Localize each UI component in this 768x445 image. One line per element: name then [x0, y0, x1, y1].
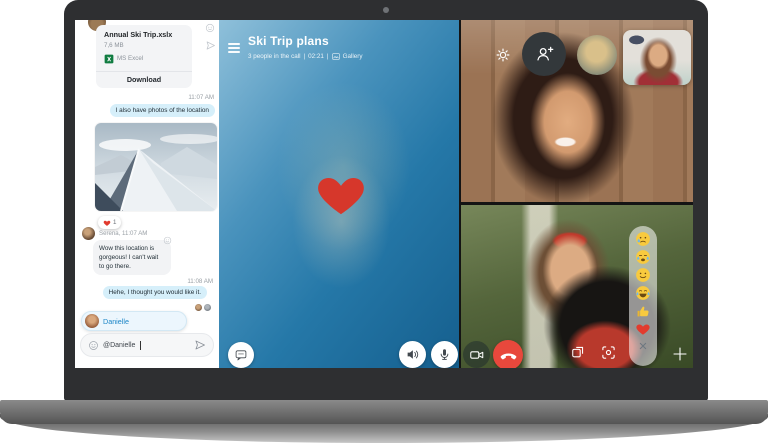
smiley-icon[interactable] [163, 236, 172, 245]
ms-excel-icon [104, 54, 114, 64]
avatar-serena [82, 227, 95, 240]
microphone-icon [437, 347, 452, 362]
video-camera-icon [469, 347, 485, 363]
reaction-picker-bar [629, 226, 657, 366]
participants-count: 3 people in the call [248, 53, 301, 60]
close-x-icon[interactable] [636, 339, 650, 353]
file-size: 7,6 MB [96, 40, 192, 49]
camera-button[interactable] [463, 341, 490, 368]
gallery-icon [332, 53, 340, 60]
chat-bubble-icon [234, 348, 248, 362]
file-name: Annual Ski Trip.xslx [96, 25, 192, 40]
reaction-count: 1 [113, 219, 116, 226]
read-receipts [195, 304, 211, 311]
separator: | [304, 53, 306, 60]
add-person-icon [534, 44, 554, 64]
message-reaction-pill[interactable]: 1 [98, 216, 121, 229]
composer-input[interactable]: @Danielle [103, 342, 135, 349]
call-title: Ski Trip plans [248, 34, 329, 48]
hamburger-menu-icon[interactable] [228, 43, 240, 55]
snapshot-icon[interactable] [601, 345, 616, 360]
webcam-dot [383, 7, 389, 13]
add-person-button[interactable] [522, 32, 566, 76]
heart-reaction-overlay [314, 167, 368, 216]
incoming-message-bubble: Wow this location is gorgeous! I can't w… [93, 240, 171, 275]
message-composer[interactable]: @Danielle [80, 333, 214, 357]
main-video-feed: Ski Trip plans 3 people in the call | 02… [219, 20, 459, 368]
download-button[interactable]: Download [96, 75, 192, 84]
text-caret [140, 341, 141, 350]
speaker-button[interactable] [399, 341, 426, 368]
avatar-danielle [85, 314, 99, 328]
smiley-icon[interactable] [88, 340, 99, 351]
divider [96, 71, 192, 72]
heart-emoji[interactable] [635, 321, 651, 337]
mention-suggestion-danielle[interactable]: Danielle [81, 311, 187, 331]
participant-avatar-bubble[interactable] [577, 35, 617, 75]
chat-panel: Annual Ski Trip.xslx 7,6 MB MS Excel Dow… [75, 20, 219, 368]
timestamp: 11:07 AM [188, 94, 214, 101]
laptop-base [0, 400, 768, 424]
forward-arrow-icon[interactable] [205, 40, 216, 51]
plus-icon[interactable] [672, 346, 688, 362]
shared-photo-mountain[interactable] [95, 123, 217, 211]
mention-name: Danielle [103, 317, 129, 326]
call-subtitle: 3 people in the call | 02:21 | Gallery [248, 53, 363, 60]
send-plane-icon[interactable] [194, 339, 206, 351]
screen-share-icon[interactable] [571, 345, 585, 359]
end-call-button[interactable] [493, 340, 523, 368]
file-app-label: MS Excel [117, 55, 143, 62]
read-receipt-avatar [204, 304, 211, 311]
call-duration: 02:21 [308, 53, 324, 60]
speaker-icon [405, 347, 420, 362]
read-receipt-avatar [195, 304, 202, 311]
settings-gear-icon[interactable] [495, 47, 511, 63]
separator: | [327, 53, 329, 60]
end-call-icon [499, 346, 518, 365]
sob-emoji[interactable] [635, 249, 651, 265]
cry-emoji[interactable] [635, 231, 651, 247]
gallery-toggle[interactable]: Gallery [343, 53, 363, 60]
participant-video-bottom [461, 205, 693, 368]
outgoing-message-bubble: I also have photos of the location [110, 104, 215, 117]
self-view-thumbnail[interactable] [623, 30, 691, 85]
outgoing-message-bubble: Hehe, I thought you would like it. [103, 286, 207, 299]
microphone-button[interactable] [431, 341, 458, 368]
chat-toggle-button[interactable] [228, 342, 254, 368]
heart-icon [103, 219, 111, 227]
skype-app-screen: Annual Ski Trip.xslx 7,6 MB MS Excel Dow… [75, 20, 693, 368]
file-message-card[interactable]: Annual Ski Trip.xslx 7,6 MB MS Excel Dow… [96, 25, 192, 88]
smiley-icon[interactable] [205, 23, 215, 33]
thumbs-up-emoji[interactable] [635, 303, 651, 319]
laugh-emoji[interactable] [635, 285, 651, 301]
mountain-photo-art [95, 123, 217, 211]
smile-emoji[interactable] [635, 267, 651, 283]
sender-meta: Serena, 11:07 AM [99, 230, 147, 237]
timestamp: 11:08 AM [187, 278, 213, 285]
